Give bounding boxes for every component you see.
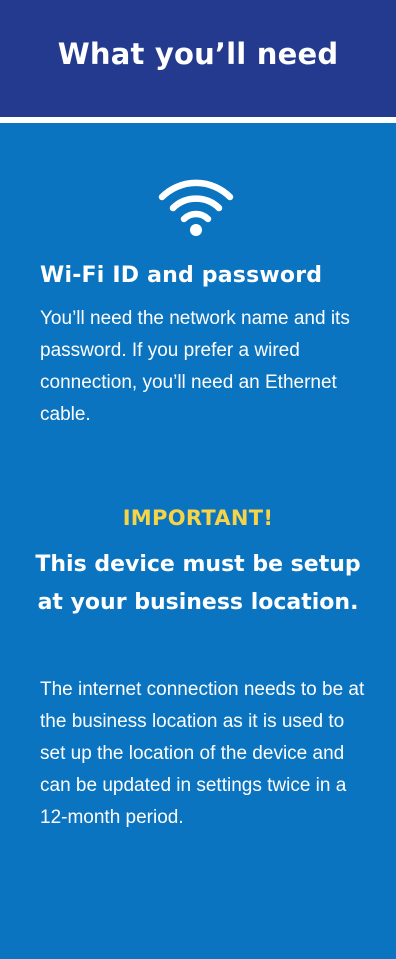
wifi-icon [158, 179, 234, 236]
page-title: What you’ll need [57, 36, 339, 71]
section-heading: Wi-Fi ID and password [40, 263, 323, 288]
header-banner: What you’ll need [0, 0, 396, 117]
important-label: IMPORTANT! [122, 506, 274, 530]
wifi-description: You’ll need the network name and its pas… [40, 308, 350, 425]
location-details: The internet connection needs to be at t… [40, 679, 365, 828]
info-panel: Wi-Fi ID and password You’ll need the ne… [0, 123, 396, 959]
important-message: This device must be setup at your busine… [35, 552, 361, 615]
